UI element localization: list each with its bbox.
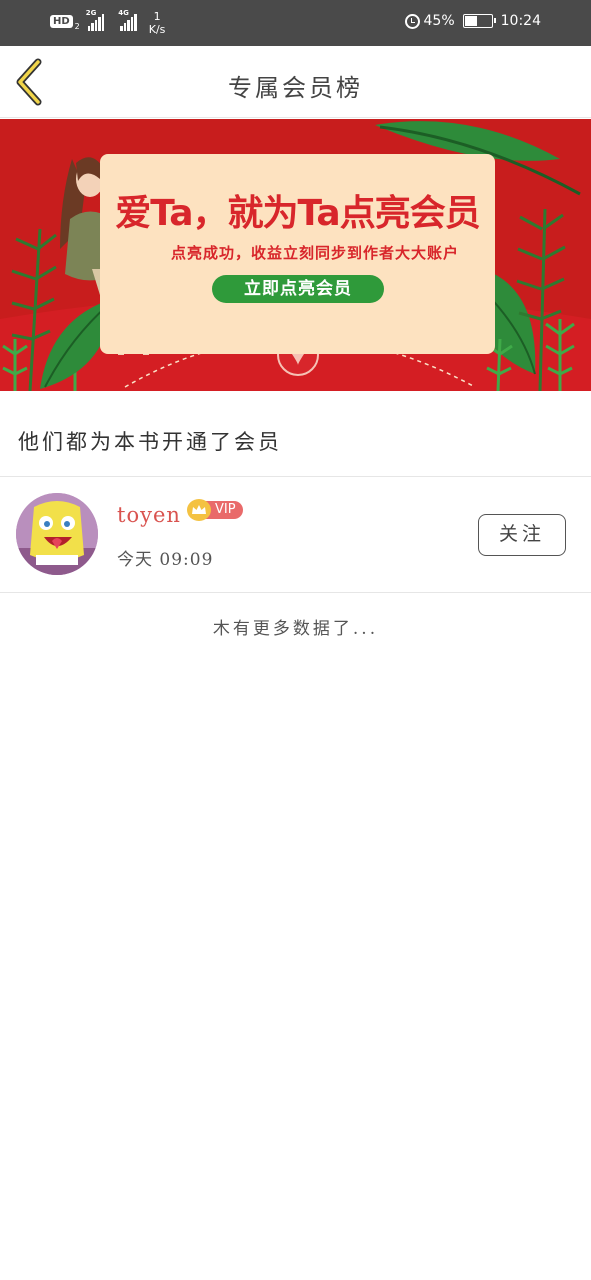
signal-2g-icon: 2G — [86, 9, 105, 31]
banner-headline: 爱Ta，就为Ta点亮会员 — [115, 193, 480, 234]
banner-subtitle: 点亮成功，收益立刻同步到作者大大账户 — [170, 244, 459, 262]
promo-banner[interactable]: 爱Ta，就为Ta点亮会员 点亮成功，收益立刻同步到作者大大账户 立即点亮会员 — [0, 119, 591, 391]
battery-percent: 45% — [423, 13, 455, 29]
page-title: 专属会员榜 — [228, 74, 363, 102]
battery-icon — [462, 14, 496, 28]
signal-2g-label: 2G — [85, 9, 97, 17]
network-speed-unit: K/s — [148, 23, 166, 36]
status-bar: HD 2 2G 4G 1 K/s 45% 10:24 — [0, 0, 591, 46]
avatar-image — [16, 493, 98, 575]
follow-button[interactable]: 关注 — [478, 514, 566, 556]
crown-icon — [187, 499, 211, 521]
battery-fill — [464, 16, 478, 26]
network-speed: 1 K/s — [149, 10, 166, 36]
status-bar-left: HD 2 2G 4G 1 K/s — [50, 9, 166, 36]
hd-sub: 2 — [74, 22, 80, 31]
section-title: 他们都为本书开通了会员 — [18, 430, 282, 454]
banner-card: 爱Ta，就为Ta点亮会员 点亮成功，收益立刻同步到作者大大账户 立即点亮会员 — [100, 154, 495, 354]
list-end-message: 木有更多数据了... — [212, 619, 379, 639]
hd-badge: HD — [50, 15, 73, 28]
network-speed-value: 1 — [153, 10, 161, 23]
username[interactable]: toyen — [117, 503, 181, 527]
nav-bar: 专属会员榜 — [0, 46, 591, 118]
signal-4g-icon: 4G — [118, 9, 137, 31]
divider — [0, 592, 591, 593]
vip-badge: VIP — [187, 499, 243, 521]
status-bar-right: 45% 10:24 — [404, 13, 541, 29]
avatar[interactable] — [16, 493, 98, 575]
clock: 10:24 — [500, 13, 541, 29]
member-time: 今天 09:09 — [117, 550, 214, 570]
signal-4g-label: 4G — [118, 9, 129, 17]
list-item[interactable]: toyen VIP 今天 09:09 关注 — [0, 477, 591, 593]
light-up-membership-button[interactable]: 立即点亮会员 — [212, 275, 384, 303]
alarm-icon — [404, 13, 420, 29]
